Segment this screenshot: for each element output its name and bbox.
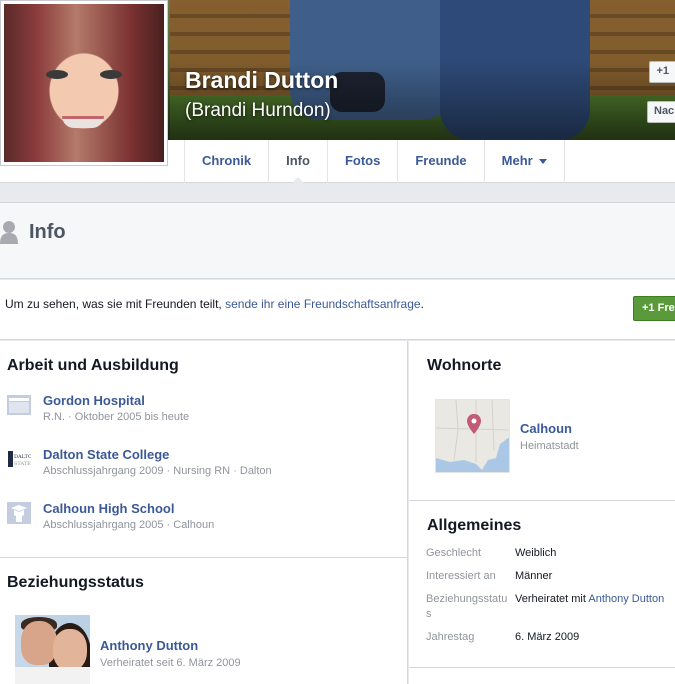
gender-key: Geschlecht	[426, 547, 482, 559]
gender-value: Weiblich	[515, 547, 557, 559]
interested-value: Männer	[515, 570, 553, 582]
profile-alternate-name: (Brandi Hurndon)	[185, 100, 331, 121]
tab-info-label: Info	[286, 153, 310, 168]
profile-picture-image	[4, 4, 164, 162]
partner-name[interactable]: Anthony Dutton	[100, 638, 198, 653]
anniversary-key: Jahrestag	[426, 631, 475, 643]
tab-mehr[interactable]: Mehr	[483, 140, 565, 183]
interested-key: Interessiert an	[426, 570, 496, 582]
section-divider	[409, 500, 675, 501]
profile-picture[interactable]	[0, 0, 168, 166]
highschool-name[interactable]: Calhoun High School	[43, 501, 174, 516]
person-icon	[0, 221, 18, 244]
map-graphic	[436, 400, 509, 472]
info-header: Info	[0, 202, 675, 279]
friend-request-suffix: .	[420, 297, 424, 311]
tab-fotos[interactable]: Fotos	[326, 140, 397, 183]
add-friend-cover-button[interactable]: +1	[649, 61, 675, 83]
work-education-title: Arbeit und Ausbildung	[7, 357, 179, 374]
hometown-type: Heimatstadt	[520, 440, 579, 452]
tab-mehr-label: Mehr	[501, 153, 533, 168]
partner-photo-face-right	[53, 629, 87, 671]
section-divider	[0, 557, 407, 558]
message-cover-button[interactable]: Nac	[647, 101, 675, 123]
partner-photo-face-left	[21, 621, 57, 665]
relationship-key: Beziehungsstatus	[426, 593, 508, 620]
college-name[interactable]: Dalton State College	[43, 447, 169, 462]
left-column: Arbeit und Ausbildung Gordon Hospital R.…	[0, 341, 408, 684]
college-detail: Abschlussjahrgang 2009 · Nursing RN · Da…	[43, 465, 272, 477]
school-icon	[7, 502, 31, 524]
add-friend-button[interactable]: +1 Fre	[633, 296, 675, 321]
tab-fotos-label: Fotos	[344, 153, 381, 168]
tab-info[interactable]: Info	[268, 140, 327, 184]
relationship-title: Beziehungsstatus	[7, 574, 144, 591]
relationship-partner-link[interactable]: Anthony Dutton	[588, 593, 664, 605]
partner-photo-body	[15, 667, 90, 684]
relationship-detail: Verheiratet seit 6. März 2009	[100, 657, 241, 669]
anniversary-value: 6. März 2009	[515, 631, 580, 643]
workplace-icon	[7, 395, 31, 415]
friend-request-text: Um zu sehen, was sie mit Freunden teilt,…	[5, 297, 424, 311]
relationship-value: Verheiratet mit Anthony Dutton	[515, 592, 664, 607]
college-logo-icon: DALTON STATE	[7, 449, 31, 469]
tab-freunde-label: Freunde	[415, 153, 467, 168]
places-title: Wohnorte	[427, 357, 502, 374]
workplace-name[interactable]: Gordon Hospital	[43, 393, 145, 408]
general-title: Allgemeines	[427, 517, 522, 534]
chevron-down-icon	[538, 159, 547, 165]
send-friend-request-link[interactable]: sende ihr eine Freundschaftsanfrage	[225, 297, 420, 311]
hometown-map[interactable]	[435, 399, 510, 473]
right-column: Wohnorte Calhoun Heimatstadt Allgemeines…	[409, 341, 675, 684]
profile-eye-left	[46, 70, 68, 79]
work-item: DALTON STATE Dalton State College Abschl…	[7, 447, 397, 487]
work-item: Gordon Hospital R.N. · Oktober 2005 bis …	[7, 393, 397, 433]
tab-list: Chronik Info Fotos Freunde Mehr	[184, 140, 565, 184]
tab-freunde[interactable]: Freunde	[397, 140, 483, 183]
relationship-value-text: Verheiratet mit	[515, 593, 589, 605]
highschool-detail: Abschlussjahrgang 2005 · Calhoun	[43, 519, 215, 531]
workplace-detail: R.N. · Oktober 2005 bis heute	[43, 411, 190, 423]
college-logo-text: DALTON	[14, 454, 31, 460]
profile-name[interactable]: Brandi Dutton	[185, 67, 338, 94]
friend-request-message: Um zu sehen, was sie mit Freunden teilt,	[5, 297, 226, 311]
tab-chronik-label: Chronik	[202, 153, 252, 168]
tab-chronik[interactable]: Chronik	[184, 140, 268, 183]
hometown-name[interactable]: Calhoun	[520, 421, 572, 436]
partner-photo[interactable]	[15, 615, 90, 684]
friend-request-notice: Um zu sehen, was sie mit Freunden teilt,…	[0, 280, 675, 340]
college-logo-text-2: STATE	[14, 461, 31, 467]
profile-mouth	[62, 116, 104, 128]
profile-eye-right	[100, 70, 122, 79]
page-title: Info	[29, 221, 66, 243]
work-item: Calhoun High School Abschlussjahrgang 20…	[7, 501, 397, 541]
section-divider	[409, 667, 675, 668]
